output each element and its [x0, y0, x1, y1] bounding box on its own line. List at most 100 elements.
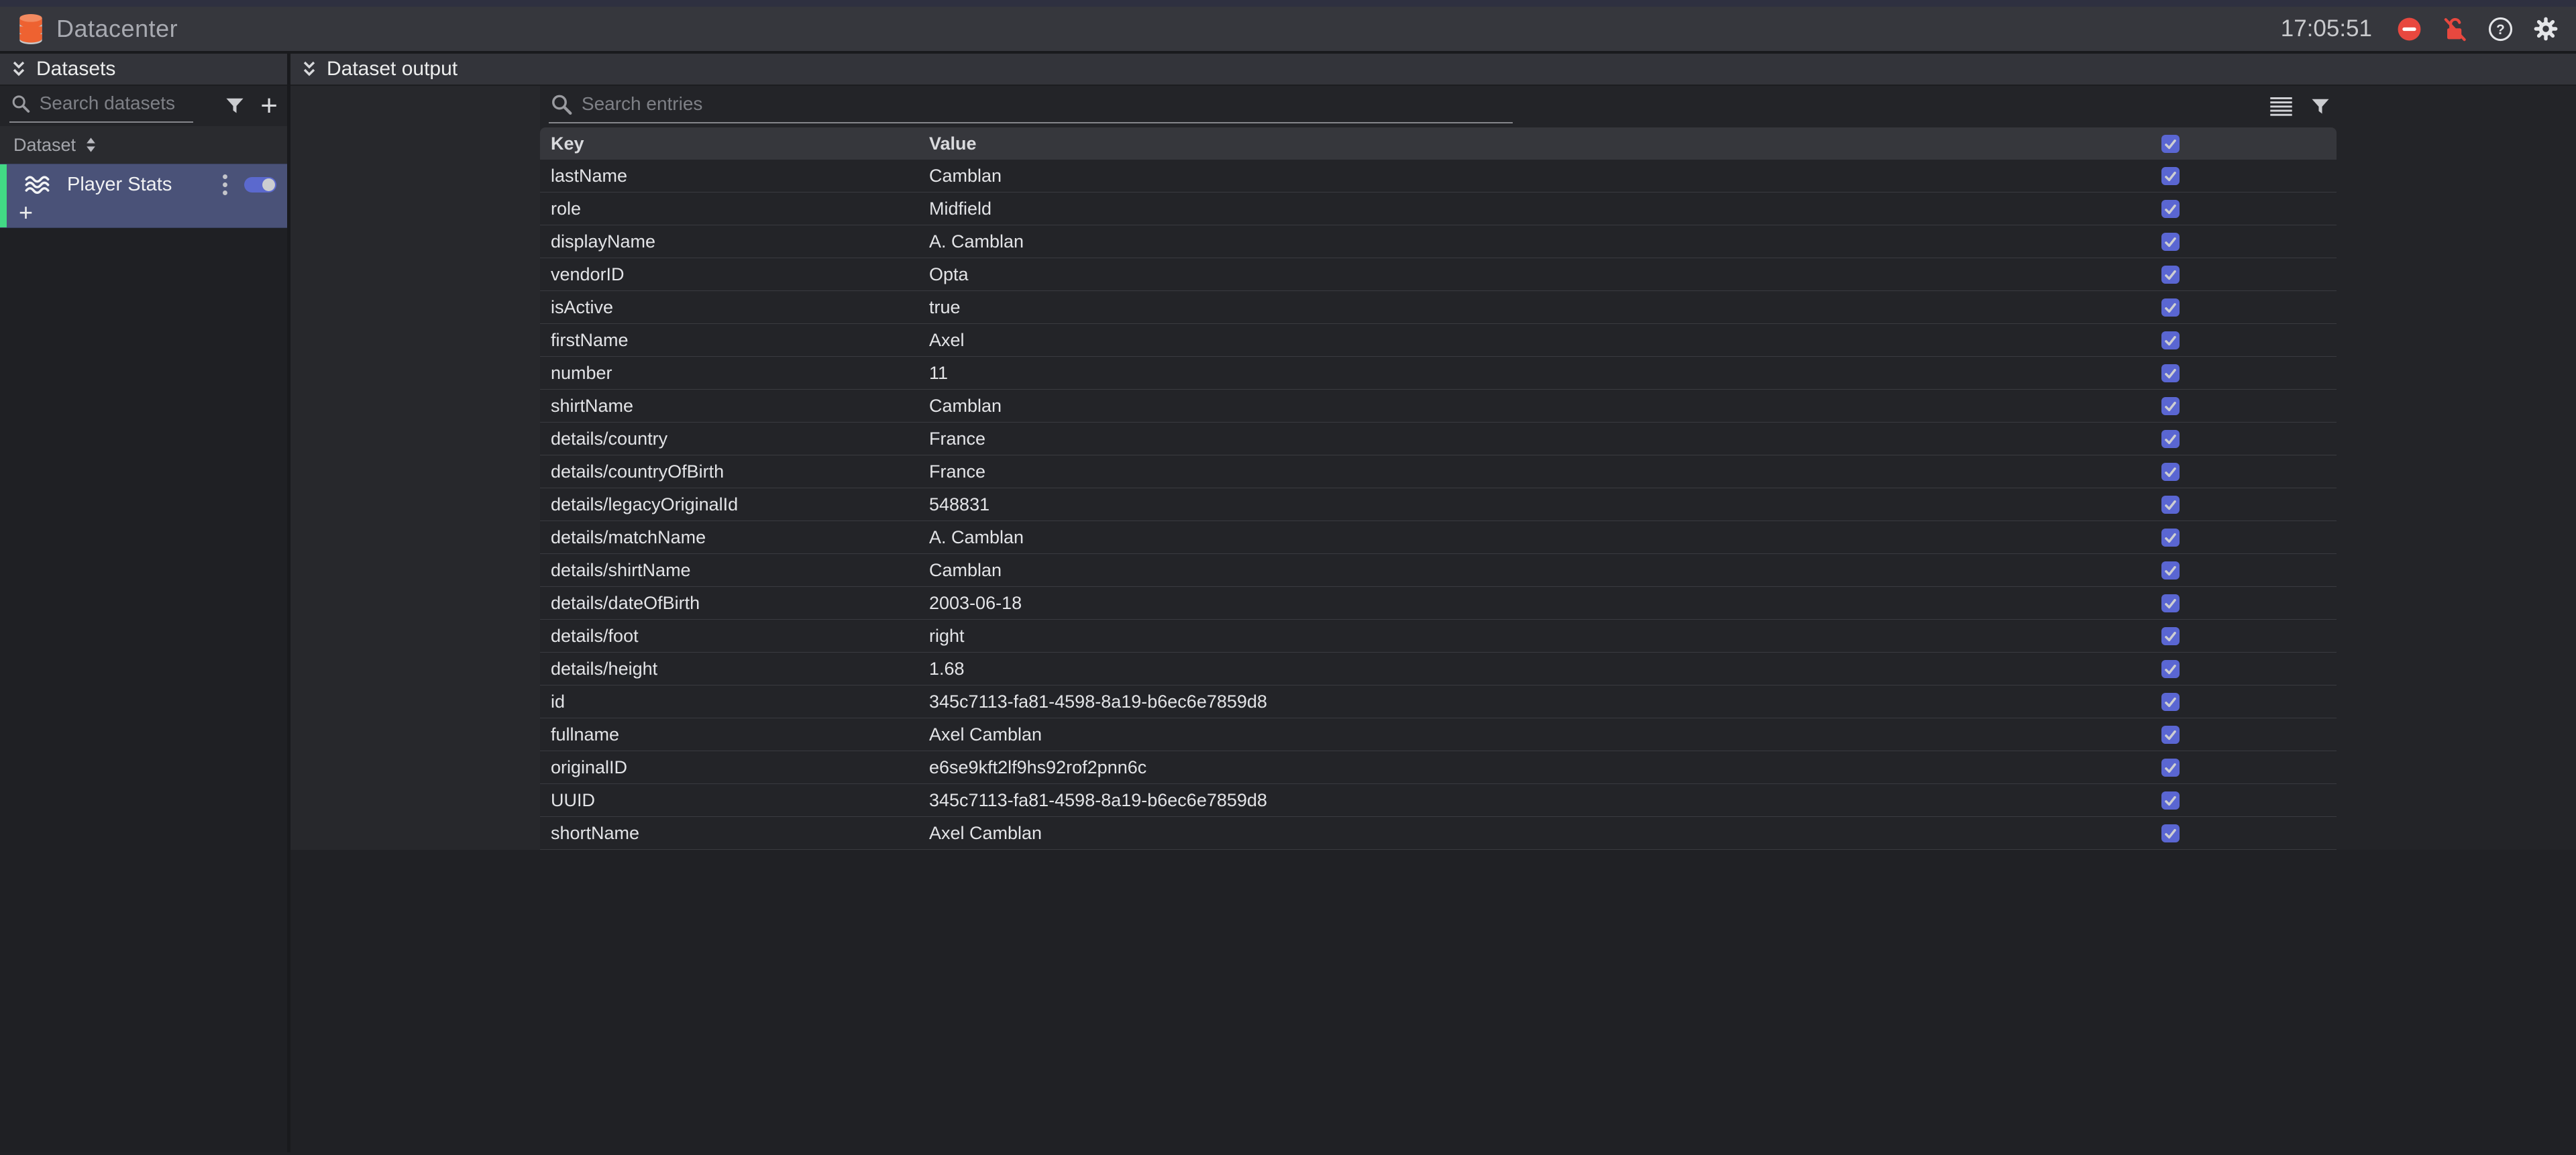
search-icon	[550, 93, 572, 115]
row-checkbox[interactable]	[2161, 529, 2180, 547]
row-checkbox[interactable]	[2161, 200, 2180, 218]
checkmark-icon	[2163, 728, 2178, 742]
table-row[interactable]: isActive true	[540, 291, 2337, 324]
filter-datasets-icon[interactable]	[225, 97, 244, 115]
table-row[interactable]: lastName Camblan	[540, 160, 2337, 192]
row-checkbox[interactable]	[2161, 233, 2180, 251]
row-checkbox[interactable]	[2161, 660, 2180, 678]
table-row[interactable]: details/foot right	[540, 620, 2337, 653]
row-checkbox[interactable]	[2161, 167, 2180, 185]
add-entry-button[interactable]: +	[19, 199, 33, 226]
row-checkbox[interactable]	[2161, 726, 2180, 744]
row-value: Camblan	[929, 166, 2161, 186]
checkmark-icon	[2163, 596, 2178, 610]
app-header: Datacenter 17:05:51 ?	[0, 7, 2576, 54]
sort-icon	[85, 137, 97, 153]
checkmark-icon	[2163, 333, 2178, 347]
row-value: 345c7113-fa81-4598-8a19-b6ec6e7859d8	[929, 790, 2161, 811]
row-key: shirtName	[540, 396, 929, 417]
app-title: Datacenter	[56, 15, 178, 43]
table-row[interactable]: details/shirtName Camblan	[540, 554, 2337, 587]
row-key: isActive	[540, 297, 929, 318]
row-key: id	[540, 692, 929, 712]
row-checkbox[interactable]	[2161, 397, 2180, 415]
table-row[interactable]: details/matchName A. Camblan	[540, 521, 2337, 554]
toggle-knob	[262, 178, 275, 191]
checkmark-icon	[2163, 399, 2178, 413]
table-row[interactable]: details/dateOfBirth 2003-06-18	[540, 587, 2337, 620]
collapse-chevron-icon[interactable]	[301, 60, 317, 78]
help-icon[interactable]: ?	[2487, 16, 2513, 42]
dataset-column-label: Dataset	[13, 135, 76, 156]
table-row[interactable]: shirtName Camblan	[540, 390, 2337, 423]
table-row[interactable]: role Midfield	[540, 192, 2337, 225]
row-key: vendorID	[540, 264, 929, 285]
row-checkbox[interactable]	[2161, 496, 2180, 514]
row-checkbox[interactable]	[2161, 791, 2180, 810]
row-checkbox[interactable]	[2161, 463, 2180, 481]
table-row[interactable]: details/legacyOriginalId 548831	[540, 488, 2337, 521]
dataset-enabled-toggle[interactable]	[244, 177, 276, 192]
row-checkbox[interactable]	[2161, 298, 2180, 317]
datasets-panel: Datasets + Dataset	[0, 54, 287, 1152]
row-density-icon[interactable]	[2270, 97, 2292, 116]
checkmark-icon	[2163, 366, 2178, 380]
row-value: 2003-06-18	[929, 593, 2161, 614]
table-row[interactable]: originalID e6se9kft2lf9hs92rof2pnn6c	[540, 751, 2337, 784]
table-row[interactable]: details/height 1.68	[540, 653, 2337, 685]
row-checkbox[interactable]	[2161, 266, 2180, 284]
row-key: details/foot	[540, 626, 929, 647]
table-row[interactable]: details/countryOfBirth France	[540, 455, 2337, 488]
row-checkbox[interactable]	[2161, 364, 2180, 382]
dataset-output-header: Dataset output	[290, 54, 2576, 86]
checkmark-icon	[2163, 169, 2178, 183]
table-row[interactable]: number 11	[540, 357, 2337, 390]
row-key: displayName	[540, 231, 929, 252]
row-checkbox[interactable]	[2161, 594, 2180, 612]
table-row[interactable]: id 345c7113-fa81-4598-8a19-b6ec6e7859d8	[540, 685, 2337, 718]
row-checkbox[interactable]	[2161, 759, 2180, 777]
row-checkbox[interactable]	[2161, 331, 2180, 349]
row-key: role	[540, 199, 929, 219]
table-row[interactable]: displayName A. Camblan	[540, 225, 2337, 258]
dataset-item-player-stats[interactable]: Player Stats +	[0, 164, 287, 228]
row-value: e6se9kft2lf9hs92rof2pnn6c	[929, 757, 2161, 778]
app-logo-database-icon	[17, 13, 44, 45]
table-row[interactable]: vendorID Opta	[540, 258, 2337, 291]
settings-gear-icon[interactable]	[2533, 16, 2559, 42]
filter-entries-icon[interactable]	[2311, 98, 2330, 115]
table-body: lastName Camblan role Midfield displayNa…	[540, 160, 2337, 850]
collapse-chevron-icon[interactable]	[11, 60, 27, 78]
row-key: UUID	[540, 790, 929, 811]
row-checkbox[interactable]	[2161, 561, 2180, 580]
table-row[interactable]: details/country France	[540, 423, 2337, 455]
row-key: number	[540, 363, 929, 384]
row-checkbox[interactable]	[2161, 824, 2180, 842]
clock: 17:05:51	[2281, 15, 2372, 42]
table-row[interactable]: shortName Axel Camblan	[540, 817, 2337, 850]
add-dataset-button[interactable]: +	[260, 91, 278, 121]
checkmark-icon	[2163, 465, 2178, 479]
active-indicator-bar	[0, 164, 7, 227]
row-key: lastName	[540, 166, 929, 186]
checkmark-icon	[2163, 498, 2178, 512]
checkmark-icon	[2163, 432, 2178, 446]
select-all-checkbox[interactable]	[2161, 135, 2180, 153]
dataset-list-sort-header[interactable]: Dataset	[0, 126, 287, 164]
kebab-menu-icon[interactable]	[222, 174, 228, 196]
table-row[interactable]: firstName Axel	[540, 324, 2337, 357]
search-datasets-input[interactable]	[40, 93, 192, 114]
checkmark-icon	[2163, 531, 2178, 545]
row-checkbox[interactable]	[2161, 693, 2180, 711]
search-entries-input[interactable]	[582, 93, 1511, 115]
row-value: 11	[929, 363, 2161, 384]
row-checkbox[interactable]	[2161, 627, 2180, 645]
row-checkbox[interactable]	[2161, 430, 2180, 448]
table-row[interactable]: fullname Axel Camblan	[540, 718, 2337, 751]
table-row[interactable]: UUID 345c7113-fa81-4598-8a19-b6ec6e7859d…	[540, 784, 2337, 817]
row-key: details/country	[540, 429, 929, 449]
checkmark-icon	[2163, 563, 2178, 578]
checkmark-icon	[2163, 235, 2178, 249]
row-value: Opta	[929, 264, 2161, 285]
row-key: details/countryOfBirth	[540, 461, 929, 482]
